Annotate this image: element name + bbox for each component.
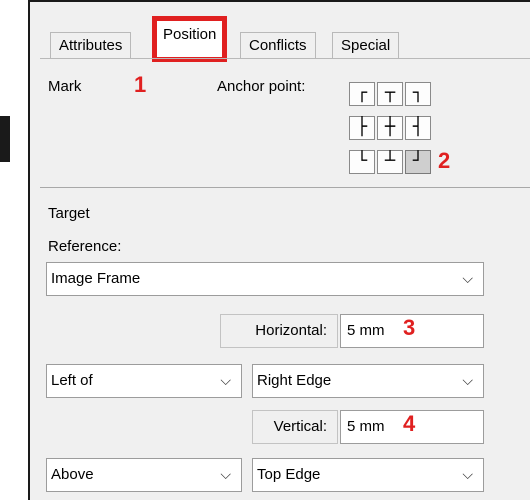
callout-2: 2 [438,148,451,173]
anchor-center-button[interactable]: ┼ [377,116,403,140]
horizontal-value: 5 mm [347,322,385,339]
callout-4: 4 [403,411,416,436]
mark-label: Mark [48,78,82,95]
left-edge-bar [0,116,10,162]
horizontal-input[interactable]: 5 mm 3 [340,314,484,348]
chevron-down-icon: ⌵ [220,467,231,483]
chevron-down-icon: ⌵ [220,373,231,389]
vertical-input[interactable]: 5 mm 4 [340,410,484,444]
vertical-edge-select[interactable]: Top Edge ⌵ [252,458,484,492]
anchor-bottom-right-button[interactable]: ┘ [405,150,431,174]
tab-divider [40,58,530,59]
reference-value: Image Frame [51,270,141,287]
anchor-middle-right-button[interactable]: ┤ [405,116,431,140]
horizontal-edge-value: Right Edge [257,372,332,389]
properties-panel: Attributes Position Conflicts Special Ma… [28,0,530,500]
anchor-top-right-button[interactable]: ┐ [405,82,431,106]
reference-select[interactable]: Image Frame ⌵ [46,262,484,296]
vertical-label: Vertical: [252,410,338,444]
vertical-relation-value: Above [51,466,94,483]
anchor-middle-left-button[interactable]: ├ [349,116,375,140]
anchor-point-label: Anchor point: [217,78,306,95]
callout-3: 3 [403,315,416,340]
vertical-relation-select[interactable]: Above ⌵ [46,458,242,492]
target-label: Target [48,205,90,222]
horizontal-relation-value: Left of [51,372,93,389]
callout-1: 1 [134,72,147,97]
section-divider [40,187,530,188]
anchor-bottom-left-button[interactable]: └ [349,150,375,174]
reference-label: Reference: [48,238,122,255]
chevron-down-icon: ⌵ [462,271,473,287]
anchor-bottom-center-button[interactable]: ┴ [377,150,403,174]
vertical-edge-value: Top Edge [257,466,321,483]
horizontal-relation-select[interactable]: Left of ⌵ [46,364,242,398]
tab-position[interactable]: Position [152,16,228,62]
tab-special[interactable]: Special [332,32,400,58]
chevron-down-icon: ⌵ [462,467,473,483]
vertical-value: 5 mm [347,418,385,435]
horizontal-edge-select[interactable]: Right Edge ⌵ [252,364,484,398]
horizontal-label: Horizontal: [220,314,338,348]
anchor-top-left-button[interactable]: ┌ [349,82,375,106]
tab-conflicts[interactable]: Conflicts [240,32,316,58]
chevron-down-icon: ⌵ [462,373,473,389]
tab-attributes[interactable]: Attributes [50,32,132,58]
tab-strip: Attributes Position Conflicts Special [30,2,530,62]
anchor-top-center-button[interactable]: ┬ [377,82,403,106]
